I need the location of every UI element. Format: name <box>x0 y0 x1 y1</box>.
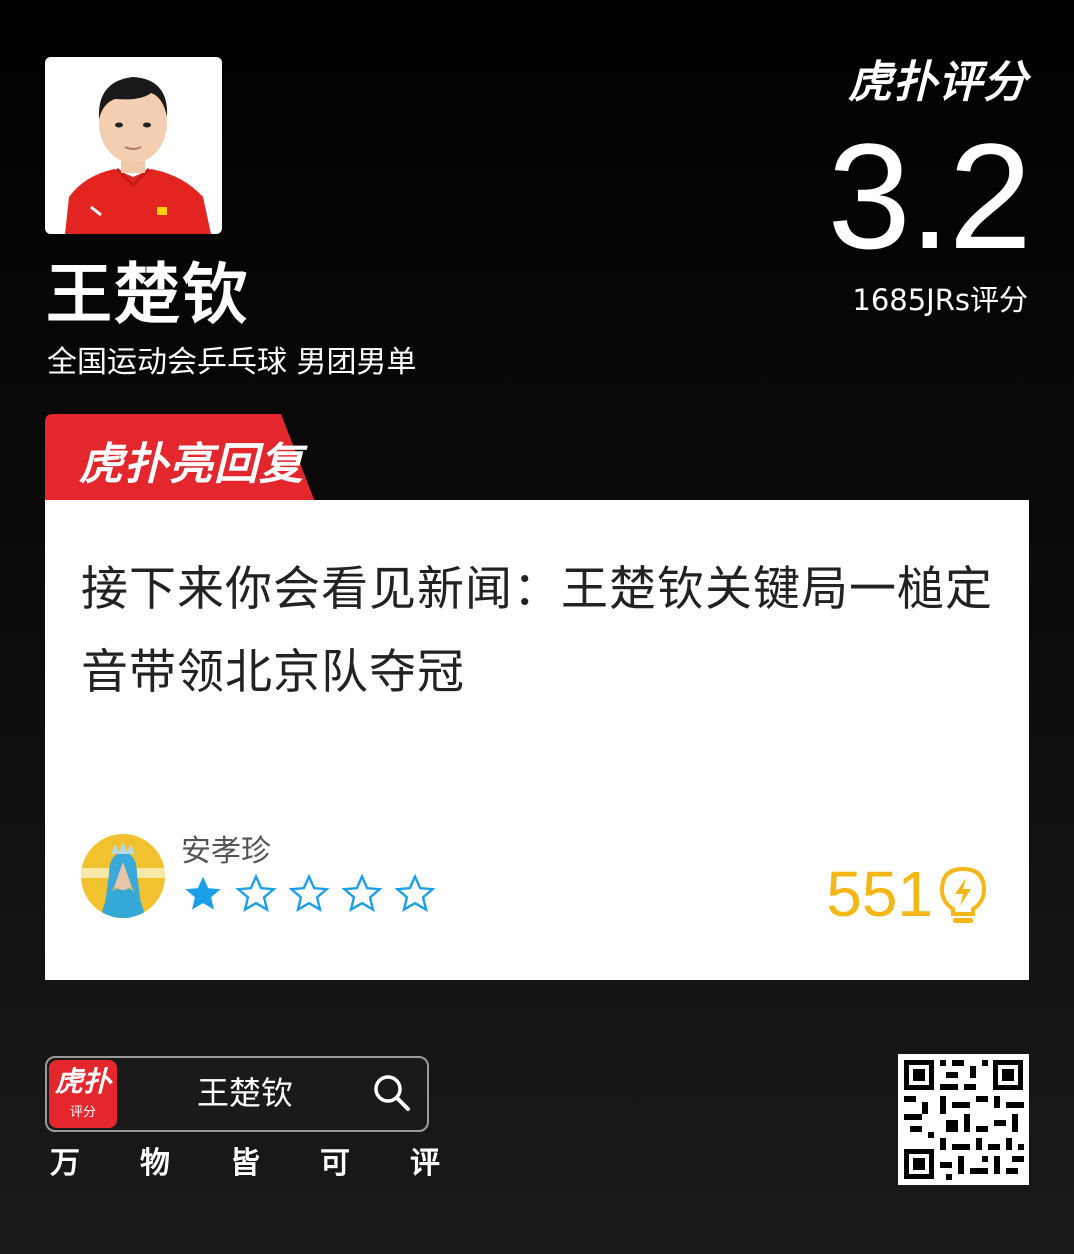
comment-text: 接下来你会看见新闻：王楚钦关键局一槌定音带领北京队夺冠 <box>81 562 993 700</box>
qr-code <box>898 1054 1029 1185</box>
author-rating-stars <box>181 872 441 916</box>
app-icon-main-label: 虎扑 <box>54 1065 111 1098</box>
star-empty-icon <box>234 872 278 916</box>
search-icon[interactable] <box>371 1072 413 1118</box>
slogan: 万 物 皆 可 评 <box>50 1144 440 1184</box>
slogan-char: 可 <box>320 1146 350 1181</box>
qr-code-pattern <box>898 1054 1029 1185</box>
app-icon: 虎扑 评分 <box>49 1060 117 1128</box>
light-count: 551 <box>826 858 933 930</box>
star-empty-icon <box>340 872 384 916</box>
star-filled-icon <box>181 872 225 916</box>
app-icon-sub-label: 评分 <box>69 1105 96 1120</box>
highlight-tab-label: 虎扑亮回复 <box>79 439 304 490</box>
slogan-char: 物 <box>140 1146 170 1181</box>
comment-card[interactable]: 接下来你会看见新闻：王楚钦关键局一槌定音带领北京队夺冠 安孝珍 551 <box>45 500 1029 980</box>
rating-score: 3.2 <box>827 112 1032 280</box>
rating-count: 1685JRs评分 <box>852 283 1028 317</box>
lightbulb-icon[interactable] <box>937 866 989 930</box>
user-avatar-illustration <box>81 834 165 918</box>
slogan-char: 万 <box>50 1146 80 1181</box>
player-photo <box>45 57 222 234</box>
player-photo-illustration <box>45 57 222 234</box>
highlight-reply-tab: 虎扑亮回复 <box>45 414 315 502</box>
star-empty-icon <box>287 872 331 916</box>
slogan-char: 评 <box>410 1146 440 1181</box>
user-avatar[interactable] <box>81 834 165 918</box>
author-name[interactable]: 安孝珍 <box>181 832 271 872</box>
slogan-char: 皆 <box>230 1146 260 1181</box>
search-bar[interactable]: 虎扑 评分 王楚钦 <box>45 1056 429 1132</box>
event-subtitle: 全国运动会乒乓球 男团男单 <box>47 345 417 380</box>
search-query[interactable]: 王楚钦 <box>197 1070 293 1116</box>
brand-logo: 虎扑评分 <box>848 56 1028 110</box>
brand-logo-text: 虎扑评分 <box>848 57 1028 108</box>
player-name: 王楚钦 <box>46 256 250 333</box>
star-empty-icon <box>393 872 437 916</box>
